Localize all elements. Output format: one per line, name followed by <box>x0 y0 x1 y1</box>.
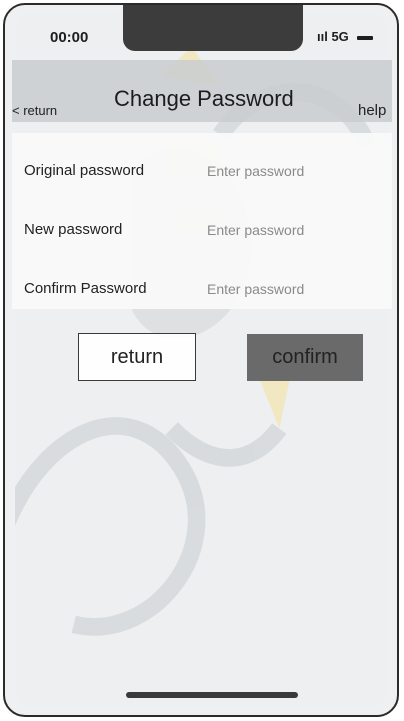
confirm-password-input[interactable]: Enter password <box>207 281 304 297</box>
page-title: Change Password <box>114 86 294 111</box>
status-bar: 00:00 ııl 5G <box>5 5 397 65</box>
back-button[interactable]: < return <box>12 103 57 118</box>
battery-icon <box>357 36 373 40</box>
original-password-input[interactable]: Enter password <box>207 163 304 179</box>
confirm-button[interactable]: confirm <box>247 334 363 381</box>
new-password-input[interactable]: Enter password <box>207 222 304 238</box>
home-indicator[interactable] <box>126 692 298 698</box>
signal-icon: ııl 5G <box>317 29 349 44</box>
status-time: 00:00 <box>50 29 89 46</box>
confirm-password-label: Confirm Password <box>24 280 147 297</box>
help-button[interactable]: help <box>358 102 386 119</box>
camera-notch <box>123 5 303 51</box>
original-password-label: Original password <box>24 162 145 179</box>
return-button[interactable]: return <box>78 333 196 381</box>
new-password-label: New password <box>24 221 123 238</box>
